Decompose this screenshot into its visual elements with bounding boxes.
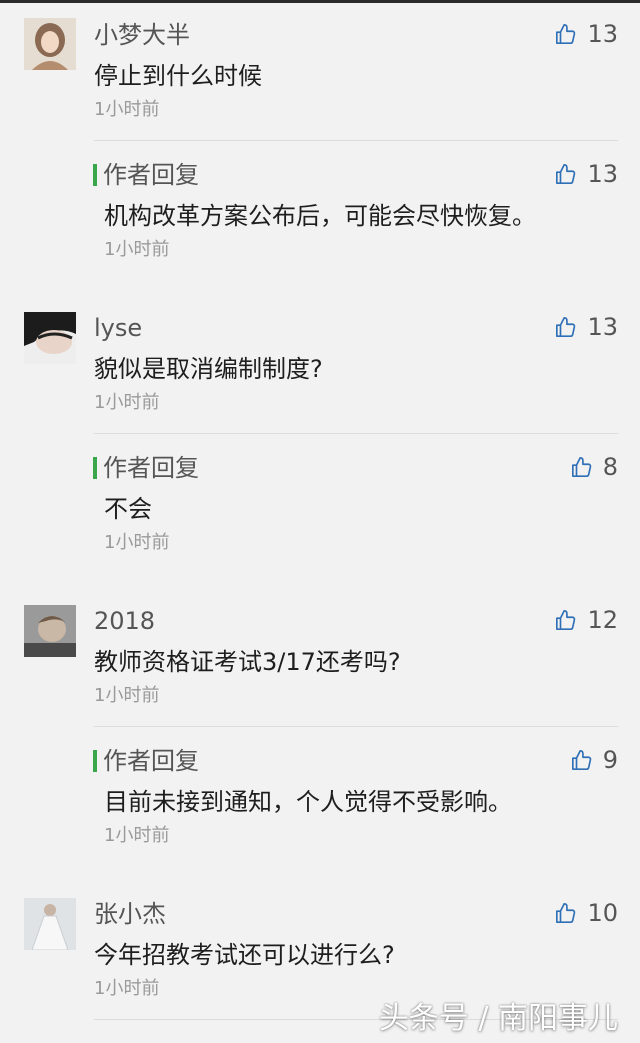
like-button[interactable]: 12	[555, 605, 618, 635]
like-count: 8	[602, 453, 618, 481]
thumbs-up-icon	[556, 164, 576, 184]
like-count: 10	[587, 899, 618, 927]
comment-username[interactable]: lyse	[94, 313, 142, 343]
top-border	[0, 0, 640, 3]
comment-username[interactable]: 小梦大半	[94, 20, 190, 50]
avatar[interactable]	[24, 312, 76, 364]
comment-text: 今年招教考试还可以进行么?	[94, 941, 395, 969]
reply-like-button[interactable]: 9	[571, 745, 618, 775]
like-count: 12	[587, 606, 618, 634]
like-count: 13	[587, 20, 618, 48]
comment-time: 1小时前	[94, 978, 160, 999]
comment-time: 1小时前	[94, 685, 160, 706]
reply-time: 1小时前	[104, 532, 170, 553]
avatar[interactable]	[24, 18, 76, 70]
reply-like-button[interactable]: 8	[571, 452, 618, 482]
comment-text: 停止到什么时候	[94, 62, 262, 90]
comment-text: 貌似是取消编制制度?	[94, 355, 323, 383]
author-reply-label: 作者回复	[93, 453, 199, 483]
like-button[interactable]: 13	[555, 312, 618, 342]
reply-text: 不会	[104, 495, 152, 523]
divider	[94, 726, 618, 727]
divider	[94, 140, 618, 141]
reply-like-button[interactable]: 13	[555, 159, 618, 189]
thumbs-up-icon	[556, 610, 576, 630]
reply-indicator-bar	[93, 164, 97, 186]
avatar[interactable]	[24, 898, 76, 950]
comment-text: 教师资格证考试3/17还考吗?	[94, 648, 401, 676]
comment-username[interactable]: 张小杰	[94, 899, 166, 929]
thumbs-up-icon	[556, 903, 576, 923]
author-reply-label: 作者回复	[93, 160, 199, 190]
reply-text: 机构改革方案公布后，可能会尽快恢复。	[104, 202, 536, 230]
watermark: 头条号 / 南阳事儿	[378, 1001, 618, 1036]
like-button[interactable]: 13	[555, 19, 618, 49]
author-reply-label: 作者回复	[93, 746, 199, 776]
reply-time: 1小时前	[104, 825, 170, 846]
like-button[interactable]: 10	[555, 898, 618, 928]
divider	[94, 433, 618, 434]
like-count: 13	[587, 313, 618, 341]
comment-username[interactable]: 2018	[94, 606, 155, 636]
thumbs-up-icon	[556, 24, 576, 44]
reply-time: 1小时前	[104, 239, 170, 260]
comment-time: 1小时前	[94, 99, 160, 120]
avatar[interactable]	[24, 605, 76, 657]
reply-indicator-bar	[93, 457, 97, 479]
like-count: 9	[602, 746, 618, 774]
reply-text: 目前未接到通知，个人觉得不受影响。	[104, 788, 512, 816]
thumbs-up-icon	[571, 457, 592, 477]
like-count: 13	[587, 160, 618, 188]
thumbs-up-icon	[556, 317, 576, 337]
comment-time: 1小时前	[94, 392, 160, 413]
reply-indicator-bar	[93, 750, 97, 772]
thumbs-up-icon	[571, 750, 592, 770]
